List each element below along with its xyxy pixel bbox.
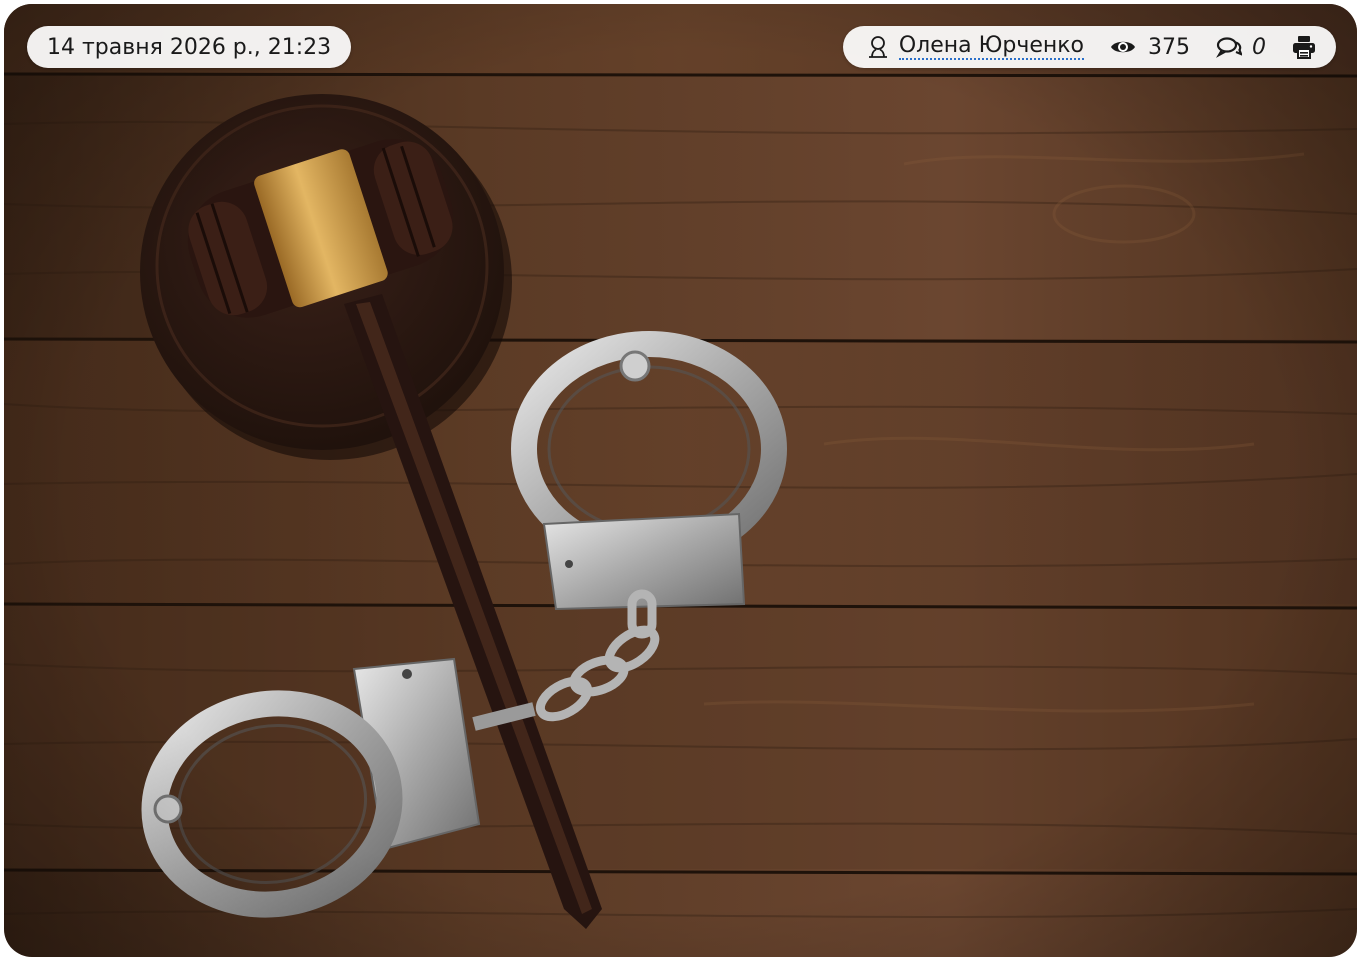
article-image-frame: 14 травня 2026 р., 21:23 Олена Юрченко 3… xyxy=(4,4,1357,957)
publish-date-badge: 14 травня 2026 р., 21:23 xyxy=(27,26,352,68)
author-meta: Олена Юрченко xyxy=(867,34,1084,60)
eye-icon xyxy=(1110,38,1136,56)
printer-icon xyxy=(1292,35,1316,59)
print-button[interactable] xyxy=(1292,35,1316,59)
article-meta-bar: Олена Юрченко 375 0 xyxy=(842,26,1336,68)
author-link[interactable]: Олена Юрченко xyxy=(898,34,1084,60)
views-count: 375 xyxy=(1148,34,1190,60)
comments-count: 0 xyxy=(1252,34,1266,60)
user-icon xyxy=(867,35,889,59)
comment-icon xyxy=(1216,36,1242,58)
publish-date: 14 травня 2026 р., 21:23 xyxy=(47,34,332,60)
comments-meta[interactable]: 0 xyxy=(1216,35,1266,60)
article-photo xyxy=(4,4,1357,957)
views-meta: 375 xyxy=(1110,35,1190,60)
